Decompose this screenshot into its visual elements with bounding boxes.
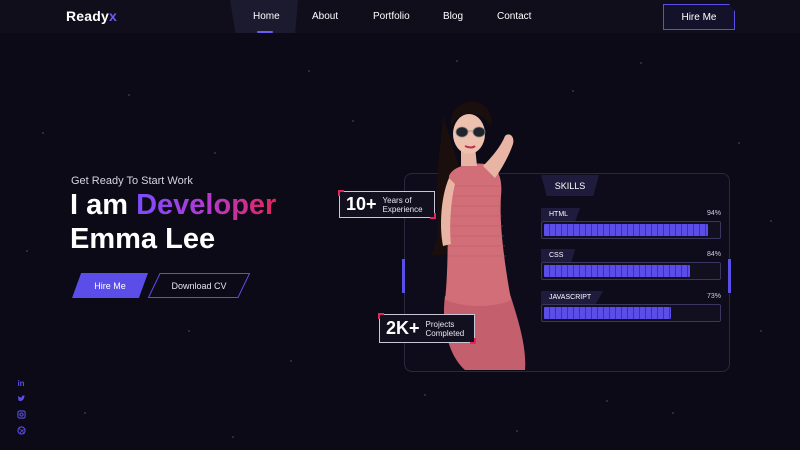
badge-corner [378,313,384,319]
twitter-icon[interactable] [16,394,26,405]
stat-label-line1: Years of [382,195,412,205]
nav-link-home[interactable]: Home [253,11,280,22]
skill-progress-fill [544,224,708,236]
hire-me-button[interactable]: Hire Me [72,273,148,298]
dribbble-icon[interactable] [16,426,26,437]
nav-hire-me-button[interactable]: Hire Me [663,4,735,30]
download-cv-button[interactable]: Download CV [148,273,250,298]
hero-name: Emma Lee [70,223,216,255]
panel-accent-right [728,259,731,293]
stat-label: Years of Experience [383,196,423,214]
headline-prefix: I am [70,189,137,221]
skill-progress-track [541,262,721,280]
nav-active-underline [257,31,273,33]
skill-name: JAVASCRIPT [541,291,604,304]
badge-corner [470,338,476,344]
badge-corner [338,190,344,196]
linkedin-icon[interactable]: in [16,378,26,389]
stat-label: Projects Completed [426,320,465,338]
skill-html: HTML 94% [541,208,721,244]
skill-javascript: JAVASCRIPT 73% [541,291,721,327]
skill-percent: 94% [706,210,721,217]
stat-value: 10+ [346,194,377,214]
hero-tagline: Get Ready To Start Work [71,175,193,187]
hero-headline: I am Developer [70,188,276,222]
stat-label-line1: Projects [425,319,455,329]
stat-badge-projects: 2K+ Projects Completed [378,313,476,344]
skill-css: CSS 84% [541,249,721,285]
skill-name: CSS [541,249,576,262]
logo-text: Ready [66,8,110,24]
logo-accent: x [109,8,118,24]
social-links: in [16,378,26,437]
logo[interactable]: Readyx [66,8,117,24]
skill-progress-fill [544,307,672,319]
skills-title: SKILLS [541,175,599,196]
nav-link-contact[interactable]: Contact [497,11,531,22]
skill-progress-track [541,304,721,322]
nav-link-blog[interactable]: Blog [443,11,463,22]
skill-percent: 84% [706,251,721,258]
skill-progress-track [541,221,721,239]
nav-link-portfolio[interactable]: Portfolio [373,11,410,22]
stat-label-line2: Experience [382,204,423,214]
top-navbar: Readyx Home About Portfolio Blog Contact… [0,0,800,33]
skill-percent: 73% [706,293,721,300]
instagram-icon[interactable] [16,410,26,421]
headline-role: Developer [136,189,277,221]
nav-link-about[interactable]: About [312,11,338,22]
skill-progress-fill [544,265,691,277]
badge-corner [430,213,436,219]
stat-value: 2K+ [386,318,420,338]
stat-badge-experience: 10+ Years of Experience [338,190,436,219]
stat-label-line2: Completed [425,328,465,338]
skill-name: HTML [541,208,581,221]
download-cv-label: Download CV [171,280,227,291]
